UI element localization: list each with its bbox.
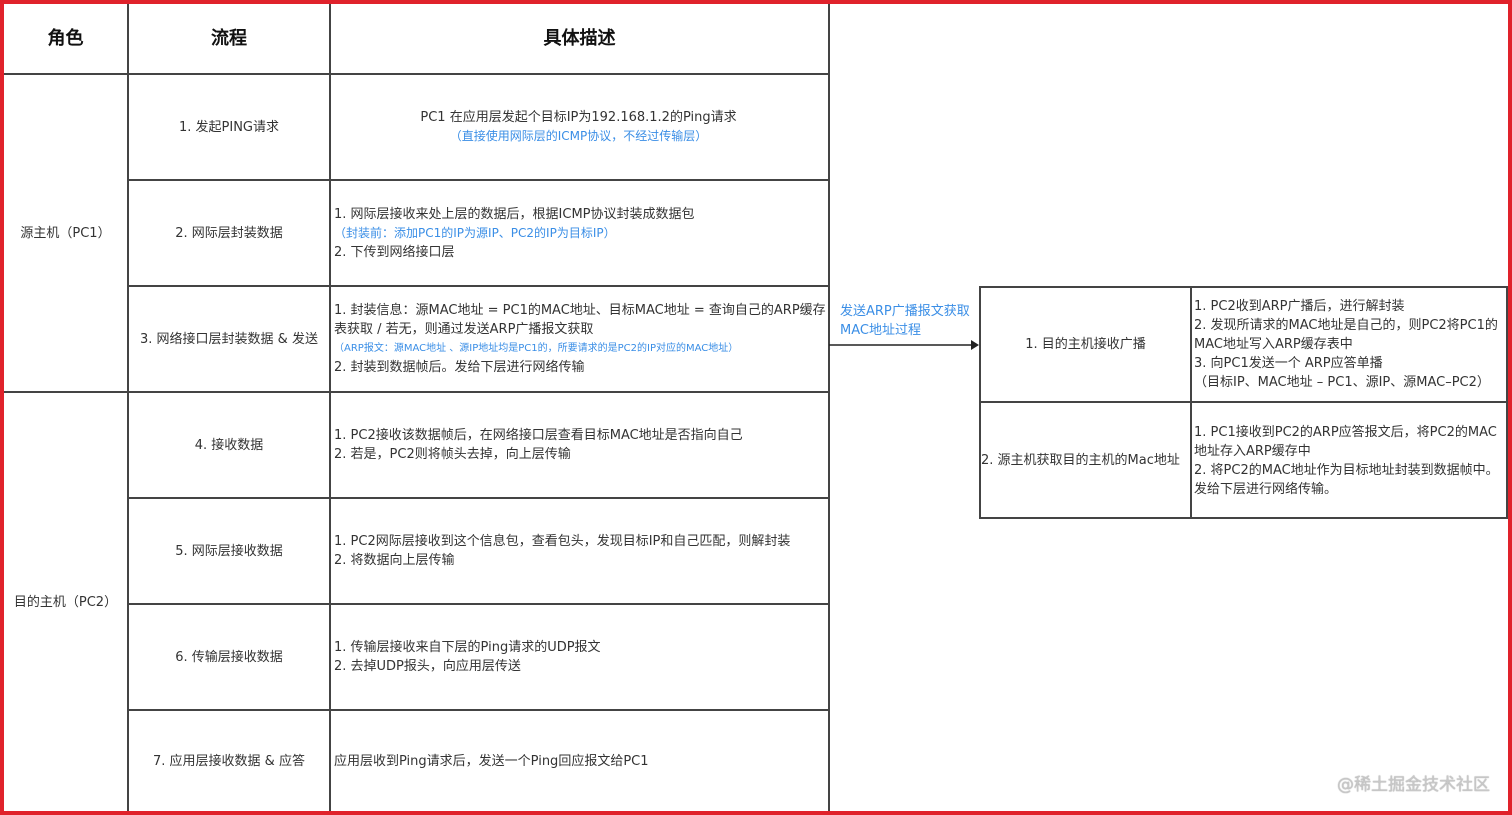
arp-grid-center (1190, 286, 1192, 519)
grid-line-vertical-2 (329, 4, 331, 811)
grid-line-row-5 (127, 603, 830, 605)
watermark: @稀土掘金技术社区 (1337, 775, 1490, 795)
step-1-line-1: PC1 在应用层发起个目标IP为192.168.1.2的Ping请求 (420, 110, 737, 125)
arp-grid-bottom (979, 517, 1508, 519)
role-target-host: 目的主机（PC2） (4, 393, 127, 811)
grid-line-role-split (4, 391, 830, 393)
arp-row-2-name: 2. 源主机获取目的主机的Mac地址 (981, 404, 1190, 517)
arp-row-2-description: 1. PC1接收到PC2的ARP应答报文后，将PC2的MAC地址存入ARP缓存中… (1192, 404, 1506, 517)
arp-row-2-line-2: 2. 将PC2的MAC地址作为目标地址封装到数据帧中。发给下层进行网络传输。 (1194, 462, 1499, 497)
step-6-description: 1. 传输层接收来自下层的Ping请求的UDP报文 2. 去掉UDP报头，向应用… (331, 605, 828, 709)
step-2-description: 1. 网际层接收来处上层的数据后，根据ICMP协议封装成数据包 （封装前：添加P… (331, 181, 828, 285)
step-4-line-1: 1. PC2接收该数据帧后，在网络接口层查看目标MAC地址是否指向自己 (334, 428, 743, 443)
grid-line-vertical-1 (127, 4, 129, 811)
grid-line-row-1 (127, 179, 830, 181)
grid-line-vertical-3 (828, 4, 830, 811)
step-4-description: 1. PC2接收该数据帧后，在网络接口层查看目标MAC地址是否指向自己 2. 若… (331, 393, 828, 497)
grid-line-row-4 (127, 497, 830, 499)
arp-arrow-label: 发送ARP广播报文获取MAC地址过程 (840, 304, 970, 338)
step-5-line-1: 1. PC2网际层接收到这个信息包，查看包头，发现目标IP和自己匹配，则解封装 (334, 534, 791, 549)
arp-row-1-line-3: 3. 向PC1发送一个 ARP应答单播 (1194, 356, 1383, 371)
arp-row-1-line-1: 1. PC2收到ARP广播后，进行解封装 (1194, 299, 1405, 314)
arp-row-1-description: 1. PC2收到ARP广播后，进行解封装 2. 发现所请求的MAC地址是自己的，… (1192, 288, 1506, 401)
step-4-name: 4. 接收数据 (129, 393, 329, 497)
step-3-name: 3. 网络接口层封装数据 & 发送 (129, 287, 329, 391)
arp-grid-right (1506, 286, 1508, 519)
arp-row-1-line-4: （目标IP、MAC地址 – PC1、源IP、源MAC–PC2） (1194, 375, 1490, 390)
arp-grid-top (979, 286, 1508, 288)
grid-line-row-6 (127, 709, 830, 711)
header-role: 角色 (4, 4, 127, 73)
step-2-line-3: 2. 下传到网络接口层 (334, 244, 455, 260)
step-7-line-1: 应用层收到Ping请求后，发送一个Ping回应报文给PC1 (334, 753, 649, 769)
header-description: 具体描述 (331, 4, 828, 73)
step-5-description: 1. PC2网际层接收到这个信息包，查看包头，发现目标IP和自己匹配，则解封装 … (331, 499, 828, 603)
step-6-line-1: 1. 传输层接收来自下层的Ping请求的UDP报文 (334, 640, 601, 655)
grid-line-header-bottom (4, 73, 830, 75)
step-3-line-2-note: （ARP报文：源MAC地址 、源IP地址均是PC1的，所要请求的是PC2的IP对… (334, 343, 739, 354)
step-7-name: 7. 应用层接收数据 & 应答 (129, 711, 329, 811)
step-1-name: 1. 发起PING请求 (129, 75, 329, 179)
step-1-line-2-note: （直接使用网际层的ICMP协议，不经过传输层） (449, 129, 708, 143)
step-2-name: 2. 网际层封装数据 (129, 181, 329, 285)
step-1-description: PC1 在应用层发起个目标IP为192.168.1.2的Ping请求 （直接使用… (331, 75, 828, 179)
step-2-line-2-note: （封装前：添加PC1的IP为源IP、PC2的IP为目标IP） (334, 225, 616, 240)
arp-row-1-line-2: 2. 发现所请求的MAC地址是自己的，则PC2将PC1的MAC地址写入ARP缓存… (1194, 318, 1498, 352)
arp-row-2-line-1: 1. PC1接收到PC2的ARP应答报文后，将PC2的MAC地址存入ARP缓存中 (1194, 424, 1497, 459)
arp-grid-middle (979, 401, 1508, 403)
step-6-line-2: 2. 去掉UDP报头，向应用层传送 (334, 659, 521, 674)
arp-grid-left (979, 286, 981, 519)
step-5-line-2: 2. 将数据向上层传输 (334, 553, 455, 568)
arp-row-1-name: 1. 目的主机接收广播 (981, 288, 1190, 401)
step-3-description: 1. 封装信息：源MAC地址 = PC1的MAC地址、目标MAC地址 = 查询自… (331, 287, 828, 391)
step-6-name: 6. 传输层接收数据 (129, 605, 329, 709)
step-3-line-3: 2. 封装到数据帧后。发给下层进行网络传输 (334, 360, 585, 375)
step-4-line-2: 2. 若是，PC2则将帧头去掉，向上层传输 (334, 447, 571, 462)
step-7-description: 应用层收到Ping请求后，发送一个Ping回应报文给PC1 (331, 711, 828, 811)
header-process: 流程 (129, 4, 329, 73)
grid-line-row-2 (127, 285, 830, 287)
step-5-name: 5. 网际层接收数据 (129, 499, 329, 603)
step-2-line-1: 1. 网际层接收来处上层的数据后，根据ICMP协议封装成数据包 (334, 206, 695, 222)
role-source-host: 源主机（PC1） (4, 75, 127, 391)
step-3-line-1: 1. 封装信息：源MAC地址 = PC1的MAC地址、目标MAC地址 = 查询自… (334, 303, 826, 337)
